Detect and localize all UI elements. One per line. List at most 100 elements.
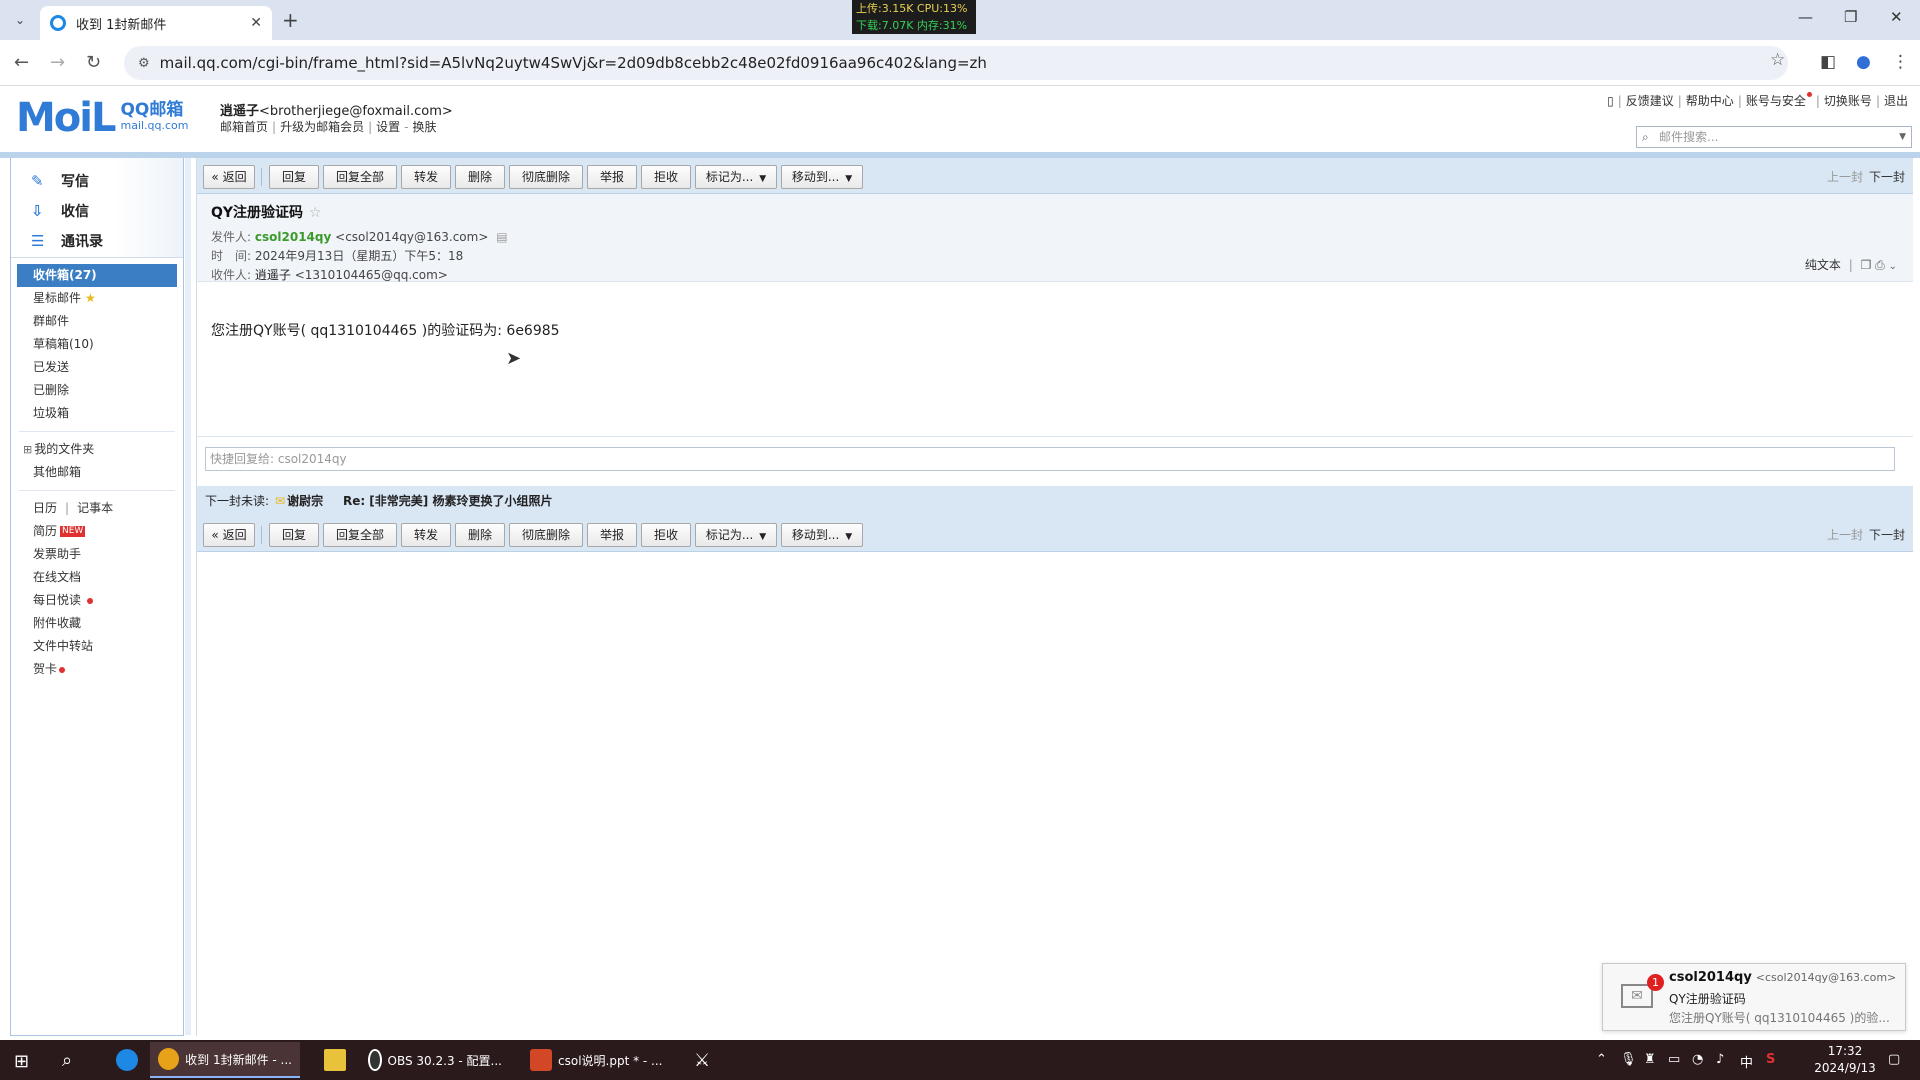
next-unread-from[interactable]: 谢尉宗 xyxy=(287,494,323,508)
move-to-dropdown[interactable]: 移动到... ▼ xyxy=(781,523,863,547)
reply-button[interactable]: 回复 xyxy=(269,165,319,189)
tab-close-icon[interactable]: ✕ xyxy=(250,15,262,31)
link-feedback[interactable]: 反馈建议 xyxy=(1626,94,1674,108)
address-url[interactable]: mail.qq.com/cgi-bin/frame_html?sid=A5lvN… xyxy=(160,54,987,72)
delete-permanently-button[interactable]: 彻底删除 xyxy=(509,165,583,189)
tray-chevron-icon[interactable]: ⌃ xyxy=(1596,1052,1607,1067)
sidebar-item-docs[interactable]: 在线文档 xyxy=(11,566,183,589)
forward-button[interactable]: 转发 xyxy=(401,165,451,189)
close-window-icon[interactable]: ✕ xyxy=(1890,8,1903,26)
next-mail-link[interactable]: 下一封 xyxy=(1869,170,1905,184)
browser-tab-active[interactable]: 收到 1封新邮件 ✕ xyxy=(40,6,272,40)
link-switch-account[interactable]: 切换账号 xyxy=(1824,94,1872,108)
sidepanel-icon[interactable]: ◧ xyxy=(1820,52,1836,72)
next-mail-link[interactable]: 下一封 xyxy=(1869,528,1905,542)
sidebar-item-sent[interactable]: 已发送 xyxy=(11,356,183,379)
next-unread-subject[interactable]: Re: [非常完美] 杨素玲更换了小组照片 xyxy=(343,494,553,508)
prev-mail-link[interactable]: 上一封 xyxy=(1827,170,1863,184)
link-settings[interactable]: 设置 xyxy=(376,120,400,134)
contact-card-icon[interactable]: ▤ xyxy=(496,230,507,244)
sidebar-item-drafts[interactable]: 草稿箱(10) xyxy=(11,333,183,356)
sidebar-item-resume[interactable]: 简历 NEW xyxy=(11,520,183,543)
system-clock[interactable]: 17:32 2024/9/13 xyxy=(1810,1043,1880,1077)
microphone-icon[interactable]: 🎙 xyxy=(1620,1052,1637,1067)
sidebar-item-starred[interactable]: 星标邮件 ★ xyxy=(11,287,183,310)
volume-icon[interactable]: ♪ xyxy=(1716,1052,1724,1067)
windows-start-icon[interactable]: ⊞ xyxy=(14,1051,29,1072)
delete-button[interactable]: 删除 xyxy=(455,165,505,189)
reply-all-button[interactable]: 回复全部 xyxy=(323,523,397,547)
link-calendar[interactable]: 日历 xyxy=(33,501,57,515)
sidebar-item-other-mailbox[interactable]: 其他邮箱 xyxy=(11,461,183,484)
quick-reply-input[interactable]: 快捷回复给: csol2014qy xyxy=(205,447,1895,471)
sidebar-item-daily[interactable]: 每日悦读 xyxy=(11,589,183,612)
mobile-icon[interactable]: ▯ xyxy=(1607,94,1614,108)
sogou-ime-icon[interactable]: S xyxy=(1766,1052,1775,1067)
forward-button[interactable]: 转发 xyxy=(401,523,451,547)
reject-button[interactable]: 拒收 xyxy=(641,165,691,189)
compose-button[interactable]: ✎ 写信 xyxy=(31,166,183,196)
mail-search-input[interactable]: ⌕ 邮件搜索... ▼ xyxy=(1636,126,1912,148)
reject-button[interactable]: 拒收 xyxy=(641,523,691,547)
reply-all-button[interactable]: 回复全部 xyxy=(323,165,397,189)
new-mail-notification[interactable]: ✉ 1 csol2014qy <csol2014qy@163.com> QY注册验… xyxy=(1602,963,1906,1031)
taskbar-edge[interactable] xyxy=(108,1042,146,1078)
sidebar-item-card[interactable]: 贺卡 xyxy=(11,658,183,681)
new-tab-icon[interactable]: + xyxy=(282,8,299,32)
menu-kebab-icon[interactable]: ⋮ xyxy=(1892,52,1909,72)
ime-indicator[interactable]: 中 xyxy=(1740,1052,1753,1071)
address-bar[interactable]: ⚙ mail.qq.com/cgi-bin/frame_html?sid=A5l… xyxy=(124,46,1788,80)
network-icon[interactable]: ◔ xyxy=(1692,1052,1703,1067)
site-info-icon[interactable]: ⚙ xyxy=(138,56,150,71)
prev-mail-link[interactable]: 上一封 xyxy=(1827,528,1863,542)
report-button[interactable]: 举报 xyxy=(587,165,637,189)
sidebar-item-invoice[interactable]: 发票助手 xyxy=(11,543,183,566)
link-account-security[interactable]: 账号与安全 xyxy=(1746,94,1806,108)
back-button[interactable]: « 返回 xyxy=(203,523,255,547)
reply-button[interactable]: 回复 xyxy=(269,523,319,547)
delete-permanently-button[interactable]: 彻底删除 xyxy=(509,523,583,547)
taskbar-explorer[interactable] xyxy=(316,1042,354,1078)
move-to-dropdown[interactable]: 移动到... ▼ xyxy=(781,165,863,189)
expand-plus-icon[interactable]: ⊞ xyxy=(23,443,32,456)
sender-name[interactable]: csol2014qy xyxy=(255,230,331,244)
sidebar-item-attachments[interactable]: 附件收藏 xyxy=(11,612,183,635)
restore-icon[interactable]: ❐ xyxy=(1844,8,1857,26)
sidebar-item-deleted[interactable]: 已删除 xyxy=(11,379,183,402)
receive-button[interactable]: ⇩ 收信 xyxy=(31,196,183,226)
print-icon[interactable]: ⎙ xyxy=(1875,258,1885,272)
taskbar-app-browser[interactable]: 收到 1封新邮件 - ... xyxy=(150,1042,300,1078)
link-upgrade-vip[interactable]: 升级为邮箱会员 xyxy=(280,120,364,134)
sidebar-item-my-folders[interactable]: ⊞ 我的文件夹 xyxy=(11,438,183,461)
reload-icon[interactable]: ↻ xyxy=(86,52,101,73)
taskbar-app-obs[interactable]: OBS 30.2.3 - 配置... xyxy=(360,1042,510,1078)
forward-arrow-icon[interactable]: → xyxy=(50,52,65,73)
link-help[interactable]: 帮助中心 xyxy=(1686,94,1734,108)
tray-app-icon[interactable]: ♜ xyxy=(1644,1052,1656,1067)
battery-icon[interactable]: ▭ xyxy=(1668,1052,1680,1067)
profile-avatar-icon[interactable]: ● xyxy=(1856,52,1871,72)
sidebar-item-transfer[interactable]: 文件中转站 xyxy=(11,635,183,658)
notification-center-icon[interactable]: ▢ xyxy=(1888,1052,1900,1067)
contacts-button[interactable]: ☰ 通讯录 xyxy=(31,226,183,256)
minimize-icon[interactable]: — xyxy=(1798,8,1813,26)
taskbar-app-ppt[interactable]: csol说明.ppt * - ... xyxy=(522,1042,672,1078)
link-logout[interactable]: 退出 xyxy=(1884,94,1908,108)
back-arrow-icon[interactable]: ← xyxy=(14,52,29,73)
more-options-chevron-icon[interactable]: ⌄ xyxy=(1889,261,1897,272)
recipient-name[interactable]: 逍遥子 xyxy=(255,268,291,282)
link-change-skin[interactable]: 换肤 xyxy=(412,120,436,134)
report-button[interactable]: 举报 xyxy=(587,523,637,547)
sidebar-item-group[interactable]: 群邮件 xyxy=(11,310,183,333)
new-window-icon[interactable]: ❐ xyxy=(1861,258,1872,272)
mark-as-dropdown[interactable]: 标记为... ▼ xyxy=(695,165,777,189)
sidebar-item-inbox[interactable]: 收件箱(27) xyxy=(17,264,177,287)
delete-button[interactable]: 删除 xyxy=(455,523,505,547)
sidebar-item-spam[interactable]: 垃圾箱 xyxy=(11,402,183,425)
link-notepad[interactable]: 记事本 xyxy=(77,501,113,515)
bookmark-star-icon[interactable]: ☆ xyxy=(1770,50,1785,70)
search-options-chevron-icon[interactable]: ▼ xyxy=(1899,127,1906,147)
star-outline-icon[interactable]: ☆ xyxy=(309,205,322,221)
plain-text-link[interactable]: 纯文本 xyxy=(1805,258,1841,272)
qqmail-logo[interactable]: MoiL QQ邮箱 mail.qq.com xyxy=(16,98,189,138)
